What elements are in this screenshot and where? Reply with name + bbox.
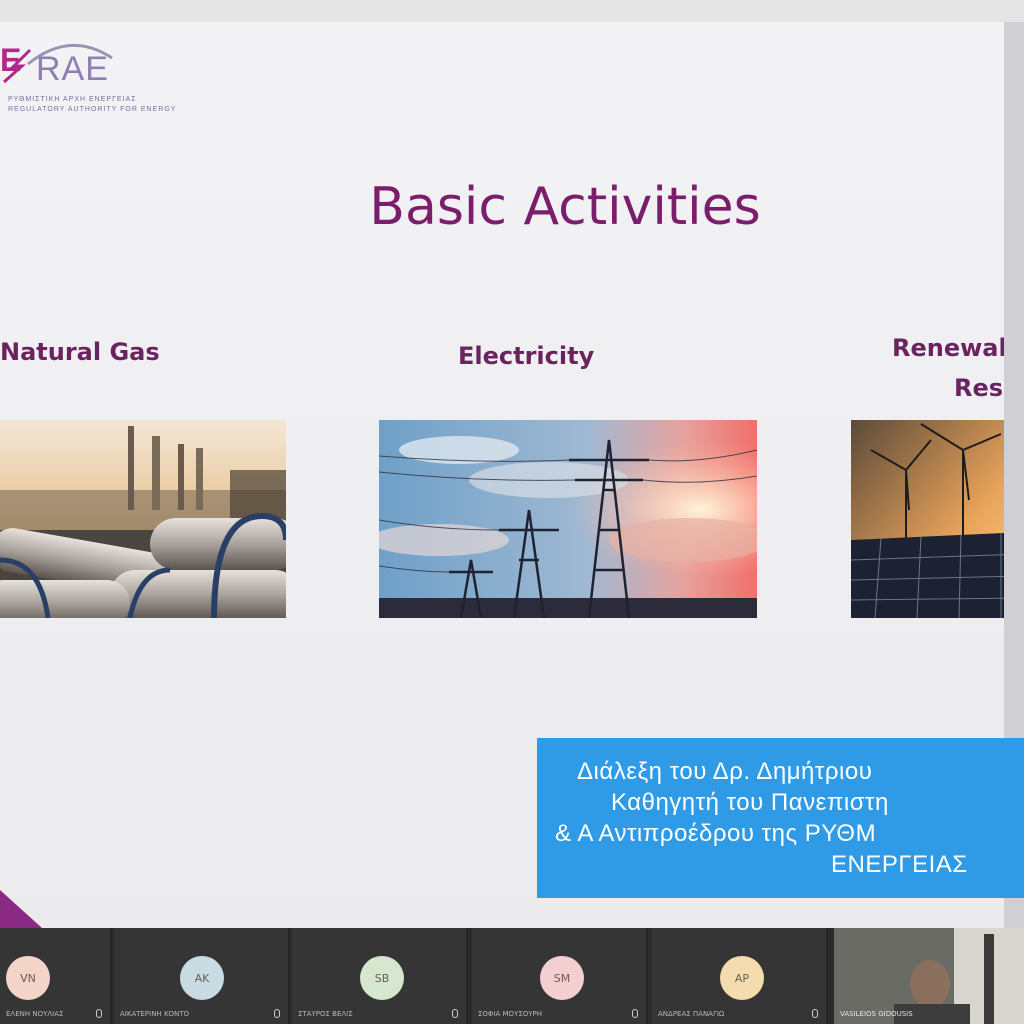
logo-greek-line: ΡΥΘΜΙΣΤΙΚΗ ΑΡΧΗ ΕΝΕΡΓΕΙΑΣ [8,96,137,103]
participant-tile[interactable]: AP ΑΝΔΡΕΑΣ ΠΑΝΑΓΙΩ [652,928,828,1024]
participant-tile[interactable]: SM ΣΟΦΙΑ ΜΟΥΣΟΥΡΗ [472,928,648,1024]
activity-label-electricity: Electricity [458,342,595,370]
avatar: VN [6,956,50,1000]
participant-tile[interactable]: AK ΑΙΚΑΤΕΡΙΝΗ ΚΟΝΤΟ [114,928,290,1024]
avatar: AP [720,956,764,1000]
participant-name: ΑΝΔΡΕΑΣ ΠΑΝΑΓΙΩ [658,1010,725,1018]
mic-icon [274,1009,280,1018]
slide-corner-decoration [0,890,42,928]
participant-name: ΑΙΚΑΤΕΡΙΝΗ ΚΟΝΤΟ [120,1010,190,1018]
participant-tile[interactable]: SB ΣΤΑΥΡΟΣ ΒΕΛΙΣ [292,928,468,1024]
window-top-strip [0,0,1024,22]
caption-line-2: Καθηγητή του Πανεπιστη [611,789,889,816]
avatar: SM [540,956,584,1000]
mic-icon [452,1009,458,1018]
logo-mark: E [0,42,22,78]
participant-video-tile[interactable]: VASILEIOS GIDOUSIS [834,928,1024,1024]
participant-strip: VN ΕΛΕΝΗ ΝΟΥΛΙΑΣ AK ΑΙΚΑΤΕΡΙΝΗ ΚΟΝΤΟ SB … [0,928,1024,1024]
participant-name: ΕΛΕΝΗ ΝΟΥΛΙΑΣ [6,1010,64,1018]
participant-name: VASILEIOS GIDOUSIS [840,1010,913,1018]
participant-tile[interactable]: VN ΕΛΕΝΗ ΝΟΥΛΙΑΣ [0,928,112,1024]
caption-line-1: Διάλεξη του Δρ. Δημήτριου [577,758,873,785]
caption-line-3: & Α Αντιπροέδρου της ΡΥΘΜ [555,820,877,847]
mic-icon [812,1009,818,1018]
electricity-photo [379,420,757,618]
avatar: SB [360,956,404,1000]
rae-logo: E RAE ΡΥΘΜΙΣΤΙΚΗ ΑΡΧΗ ΕΝΕΡΓΕΙΑΣ REGULATO… [0,34,175,124]
participant-name: ΣΟΦΙΑ ΜΟΥΣΟΥΡΗ [478,1010,543,1018]
slide-title: Basic Activities [369,177,761,237]
caption-line-4: ΕΝΕΡΓΕΙΑΣ [831,851,968,878]
logo-english-line: REGULATORY AUTHORITY FOR ENERGY [8,106,177,113]
logo-name: RAE [36,50,109,88]
participant-name: ΣΤΑΥΡΟΣ ΒΕΛΙΣ [298,1010,353,1018]
lecture-caption-box: Διάλεξη του Δρ. Δημήτριου Καθηγητή του Π… [537,738,1024,898]
avatar: AK [180,956,224,1000]
mic-icon [96,1009,102,1018]
activity-label-renewables-line1: Renewab [892,334,1016,362]
activity-label-natural-gas: Natural Gas [0,338,160,366]
mic-icon [632,1009,638,1018]
natural-gas-photo [0,420,286,618]
renewables-photo [851,420,1024,618]
